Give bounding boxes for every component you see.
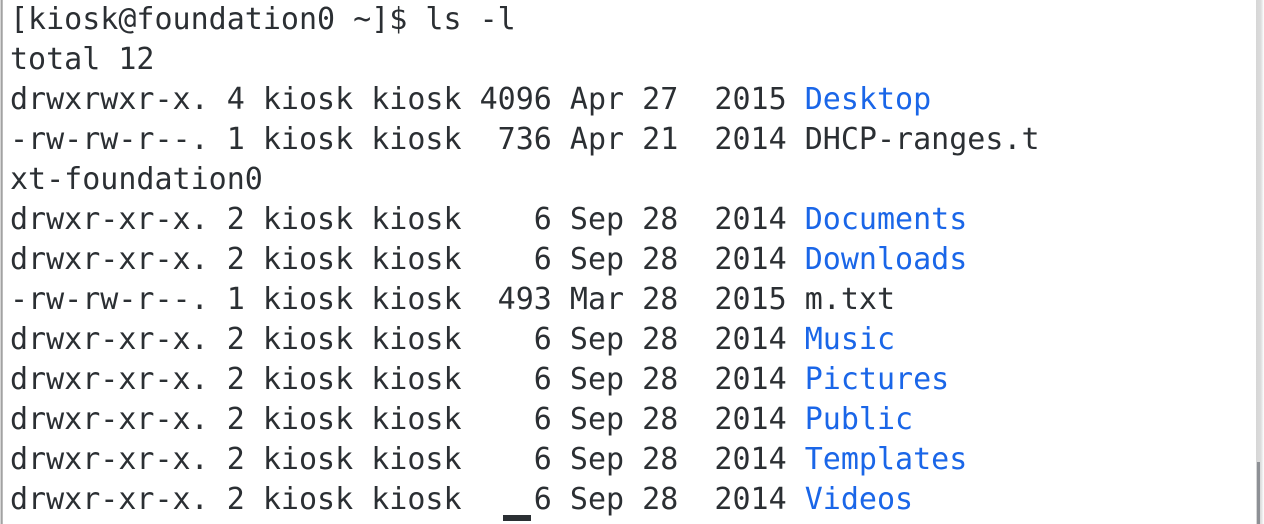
terminal-entry-line: drwxr-xr-x. 2 kiosk kiosk 6 Sep 28 2014 …	[10, 240, 1250, 280]
directory-name: Public	[804, 402, 914, 437]
terminal-line: total 12	[10, 40, 1250, 80]
directory-name: Desktop	[804, 82, 932, 117]
directory-name: Templates	[804, 442, 968, 477]
terminal-entry-line: drwxr-xr-x. 2 kiosk kiosk 6 Sep 28 2014 …	[10, 400, 1250, 440]
terminal-text: drwxr-xr-x. 2 kiosk kiosk 6 Sep 28 2014	[10, 322, 805, 357]
terminal-text: [kiosk@foundation0 ~]$ ls -l	[10, 2, 516, 37]
terminal-window[interactable]: [kiosk@foundation0 ~]$ ls -l total 12 drwx…	[0, 0, 1264, 524]
terminal-entry-line: drwxr-xr-x. 2 kiosk kiosk 6 Sep 28 2014 …	[10, 320, 1250, 360]
terminal-text: drwxr-xr-x. 2 kiosk kiosk 6 Sep 28 2014	[10, 482, 805, 517]
directory-name: Downloads	[804, 242, 968, 277]
terminal-entry-line: -rw-rw-r--. 1 kiosk kiosk 736 Apr 21 201…	[10, 120, 1250, 160]
window-left-border	[0, 0, 3, 524]
directory-name: Pictures	[804, 362, 950, 397]
vertical-scrollbar-thumb[interactable]	[1257, 462, 1260, 524]
terminal-text: drwxrwxr-x. 4 kiosk kiosk 4096 Apr 27 20…	[10, 82, 805, 117]
terminal-text: drwxr-xr-x. 2 kiosk kiosk 6 Sep 28 2014	[10, 362, 805, 397]
terminal-text: xt-foundation0	[10, 162, 263, 197]
terminal-text: -rw-rw-r--. 1 kiosk kiosk 736 Apr 21 201…	[10, 122, 1040, 157]
terminal-screen[interactable]: [kiosk@foundation0 ~]$ ls -l total 12 drwx…	[10, 0, 1250, 524]
terminal-text: drwxr-xr-x. 2 kiosk kiosk 6 Sep 28 2014	[10, 442, 805, 477]
directory-name: Videos	[804, 482, 914, 517]
terminal-text: -rw-rw-r--. 1 kiosk kiosk 493 Mar 28 201…	[10, 282, 896, 317]
text-cursor	[503, 515, 531, 521]
window-right-border	[1256, 0, 1264, 524]
terminal-text: drwxr-xr-x. 2 kiosk kiosk 6 Sep 28 2014	[10, 202, 805, 237]
terminal-entry-line: drwxr-xr-x. 2 kiosk kiosk 6 Sep 28 2014 …	[10, 200, 1250, 240]
terminal-text: total 12	[10, 42, 155, 77]
terminal-line: [kiosk@foundation0 ~]$ ls -l	[10, 0, 1250, 40]
terminal-text: drwxr-xr-x. 2 kiosk kiosk 6 Sep 28 2014	[10, 402, 805, 437]
directory-name: Music	[804, 322, 896, 357]
terminal-entry-line: drwxrwxr-x. 4 kiosk kiosk 4096 Apr 27 20…	[10, 80, 1250, 120]
terminal-text: drwxr-xr-x. 2 kiosk kiosk 6 Sep 28 2014	[10, 242, 805, 277]
terminal-entry-line: drwxr-xr-x. 2 kiosk kiosk 6 Sep 28 2014 …	[10, 480, 1250, 520]
terminal-line: xt-foundation0	[10, 160, 1250, 200]
terminal-entry-line: -rw-rw-r--. 1 kiosk kiosk 493 Mar 28 201…	[10, 280, 1250, 320]
terminal-entry-line: drwxr-xr-x. 2 kiosk kiosk 6 Sep 28 2014 …	[10, 440, 1250, 480]
directory-name: Documents	[804, 202, 968, 237]
terminal-entry-line: drwxr-xr-x. 2 kiosk kiosk 6 Sep 28 2014 …	[10, 360, 1250, 400]
